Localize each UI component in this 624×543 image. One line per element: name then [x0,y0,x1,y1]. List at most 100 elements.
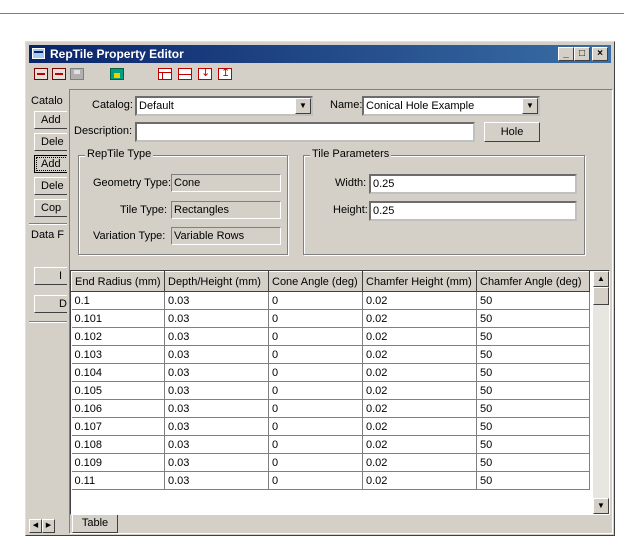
table-cell[interactable]: 0.03 [164,453,269,472]
table-cell[interactable]: 0.11 [71,471,165,490]
move-down-icon[interactable] [198,66,212,80]
table-cell[interactable]: 50 [476,309,590,328]
close-button[interactable]: × [592,47,608,61]
delete-item-button[interactable]: Dele [34,177,67,195]
table-cell[interactable]: 0.03 [164,309,269,328]
table-cell[interactable]: 50 [476,363,590,382]
tab-table[interactable]: Table [72,515,118,533]
table-cell[interactable]: 0 [268,309,363,328]
table-cell[interactable]: 0.03 [164,471,269,490]
data-button[interactable]: D [34,295,67,313]
table-cell[interactable]: 0 [268,381,363,400]
name-select[interactable]: Conical Hole Example ▼ [362,96,540,116]
table-cell[interactable]: 0.03 [164,291,269,310]
table-cell[interactable]: 0 [268,363,363,382]
scroll-right-icon[interactable]: ▶ [42,519,55,533]
table-cell[interactable]: 0.02 [362,309,477,328]
table-cell[interactable]: 0.02 [362,291,477,310]
table-row[interactable]: 0.108 0.03 0 0.02 50 [71,435,590,454]
catalog-select[interactable]: Default ▼ [135,96,313,116]
column-header[interactable]: End Radius (mm) [71,271,165,292]
table-cell[interactable]: 0.02 [362,453,477,472]
table-cell[interactable]: 50 [476,453,590,472]
table-row[interactable]: 0.104 0.03 0 0.02 50 [71,363,590,382]
add-catalog-button[interactable]: Add [34,111,67,129]
scroll-left-icon[interactable]: ◀ [29,519,42,533]
chevron-down-icon[interactable]: ▼ [522,98,538,114]
table-row[interactable]: 0.102 0.03 0 0.02 50 [71,327,590,346]
add-item-button[interactable]: Add [34,155,67,173]
height-input[interactable]: 0.25 [369,201,577,221]
table-cell[interactable]: 0.03 [164,417,269,436]
panel-split-icon[interactable] [178,68,192,80]
table-cell[interactable]: 0 [268,435,363,454]
import-button[interactable]: I [34,267,67,285]
table-cell[interactable]: 0.101 [71,309,165,328]
save-disk-icon[interactable] [70,68,84,80]
table-cell[interactable]: 50 [476,291,590,310]
table-cell[interactable]: 0.108 [71,435,165,454]
scroll-up-icon[interactable]: ▲ [593,271,609,287]
table-cell[interactable]: 50 [476,399,590,418]
column-header[interactable]: Cone Angle (deg) [268,271,363,292]
maximize-button[interactable]: □ [574,47,590,61]
table-cell[interactable]: 50 [476,381,590,400]
table-cell[interactable]: 0.02 [362,471,477,490]
left-horizontal-scrollbar[interactable]: ◀ ▶ [29,519,55,533]
scroll-down-icon[interactable]: ▼ [593,498,609,514]
table-cell[interactable]: 0.03 [164,435,269,454]
table-cell[interactable]: 0.106 [71,399,165,418]
table-cell[interactable]: 0.102 [71,327,165,346]
minimize-button[interactable]: _ [558,47,574,61]
delete-catalog-button[interactable]: Dele [34,133,67,151]
column-header[interactable]: Chamfer Angle (deg) [476,271,590,292]
table-cell[interactable]: 0 [268,417,363,436]
table-cell[interactable]: 0.02 [362,417,477,436]
width-input[interactable]: 0.25 [369,174,577,194]
table-row[interactable]: 0.103 0.03 0 0.02 50 [71,345,590,364]
table-cell[interactable]: 0 [268,345,363,364]
table-cell[interactable]: 0.03 [164,345,269,364]
table-cell[interactable]: 0 [268,399,363,418]
red-window-close-icon[interactable] [52,68,66,80]
table-cell[interactable]: 0 [268,291,363,310]
table-cell[interactable]: 0.105 [71,381,165,400]
table-cell[interactable]: 0.107 [71,417,165,436]
table-row[interactable]: 0.11 0.03 0 0.02 50 [71,471,590,490]
table-cell[interactable]: 0.03 [164,381,269,400]
title-bar[interactable]: RepTile Property Editor _ □ × [29,45,611,63]
table-cell[interactable]: 0 [268,453,363,472]
table-cell[interactable]: 0.02 [362,345,477,364]
vertical-scrollbar[interactable]: ▲ ▼ [593,271,609,514]
table-cell[interactable]: 0.02 [362,327,477,346]
panel-layout-icon[interactable] [158,68,172,80]
table-cell[interactable]: 0.03 [164,399,269,418]
description-input[interactable] [135,122,475,142]
table-row[interactable]: 0.1 0.03 0 0.02 50 [71,291,590,310]
table-cell[interactable]: 0.1 [71,291,165,310]
table-cell[interactable]: 0.03 [164,363,269,382]
table-cell[interactable]: 0.104 [71,363,165,382]
table-cell[interactable]: 50 [476,327,590,346]
table-cell[interactable]: 0 [268,327,363,346]
table-cell[interactable]: 50 [476,471,590,490]
hole-button[interactable]: Hole [484,122,540,142]
table-row[interactable]: 0.105 0.03 0 0.02 50 [71,381,590,400]
table-cell[interactable]: 0.109 [71,453,165,472]
table-cell[interactable]: 0.02 [362,399,477,418]
table-cell[interactable]: 50 [476,417,590,436]
table-row[interactable]: 0.106 0.03 0 0.02 50 [71,399,590,418]
lock-icon[interactable] [110,68,124,80]
column-header[interactable]: Chamfer Height (mm) [362,271,477,292]
table-cell[interactable]: 50 [476,345,590,364]
table-cell[interactable]: 0.02 [362,381,477,400]
table-cell[interactable]: 0.02 [362,363,477,382]
column-header[interactable]: Depth/Height (mm) [164,271,269,292]
table-row[interactable]: 0.101 0.03 0 0.02 50 [71,309,590,328]
table-cell[interactable]: 0 [268,471,363,490]
red-window-icon[interactable] [34,68,48,80]
table-cell[interactable]: 0.103 [71,345,165,364]
table-row[interactable]: 0.109 0.03 0 0.02 50 [71,453,590,472]
move-up-icon[interactable] [218,66,232,80]
table-row[interactable]: 0.107 0.03 0 0.02 50 [71,417,590,436]
